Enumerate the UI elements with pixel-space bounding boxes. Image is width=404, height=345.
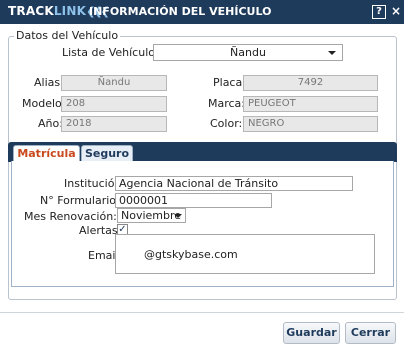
email-value: @gtskybase.com [144, 248, 238, 261]
alias-field: Ñandu [61, 75, 167, 91]
anio-field: 2018 [61, 116, 167, 132]
formulario-input[interactable]: 0000001 [115, 193, 272, 208]
color-label: Color: [210, 117, 243, 130]
save-button[interactable]: Guardar [283, 322, 340, 344]
modelo-label: Modelo: [22, 97, 66, 110]
formulario-label: N° Formulario: [40, 194, 120, 207]
institucion-input[interactable]: Agencia Nacional de Tránsito [115, 176, 353, 191]
renovacion-select[interactable]: Noviembre [117, 208, 186, 223]
vehicle-list-label: Lista de Vehículos: [62, 46, 165, 59]
logo-link-text: LINK [53, 4, 87, 18]
help-button[interactable]: ? [372, 5, 386, 19]
chevron-down-icon [328, 51, 336, 55]
marca-field: PEUGEOT [243, 96, 378, 112]
vehicle-list-select[interactable]: Ñandu [153, 44, 343, 61]
logo-track-text: TRACK [8, 4, 54, 18]
placa-field: 7492 [243, 75, 378, 91]
color-field: NEGRO [243, 116, 378, 132]
placa-label: Placa: [213, 76, 246, 89]
renovacion-label: Mes Renovación: [24, 210, 117, 223]
email-field[interactable]: @gtskybase.com [115, 234, 375, 274]
title-bar: TRACKLINK❮❮❮ INFORMACIÓN DEL VEHÍCULO ? … [0, 0, 404, 24]
renovacion-value: Noviembre [121, 209, 182, 222]
marca-label: Marca: [208, 97, 246, 110]
vehicle-list-value: Ñandu [230, 46, 266, 59]
modelo-field: 208 [61, 96, 167, 112]
chevron-down-icon [174, 214, 182, 218]
alias-label: Alias: [34, 76, 64, 89]
vehicle-data-legend: Datos del Vehículo [14, 29, 121, 42]
anio-label: Año: [38, 117, 63, 130]
footer-divider [0, 312, 404, 313]
tab-seguro[interactable]: Seguro [81, 145, 133, 162]
window-title: INFORMACIÓN DEL VEHÍCULO [89, 5, 272, 18]
close-button[interactable]: Cerrar [345, 322, 396, 344]
close-window-button[interactable]: × [390, 4, 402, 18]
tab-matricula[interactable]: Matrícula [13, 145, 80, 162]
